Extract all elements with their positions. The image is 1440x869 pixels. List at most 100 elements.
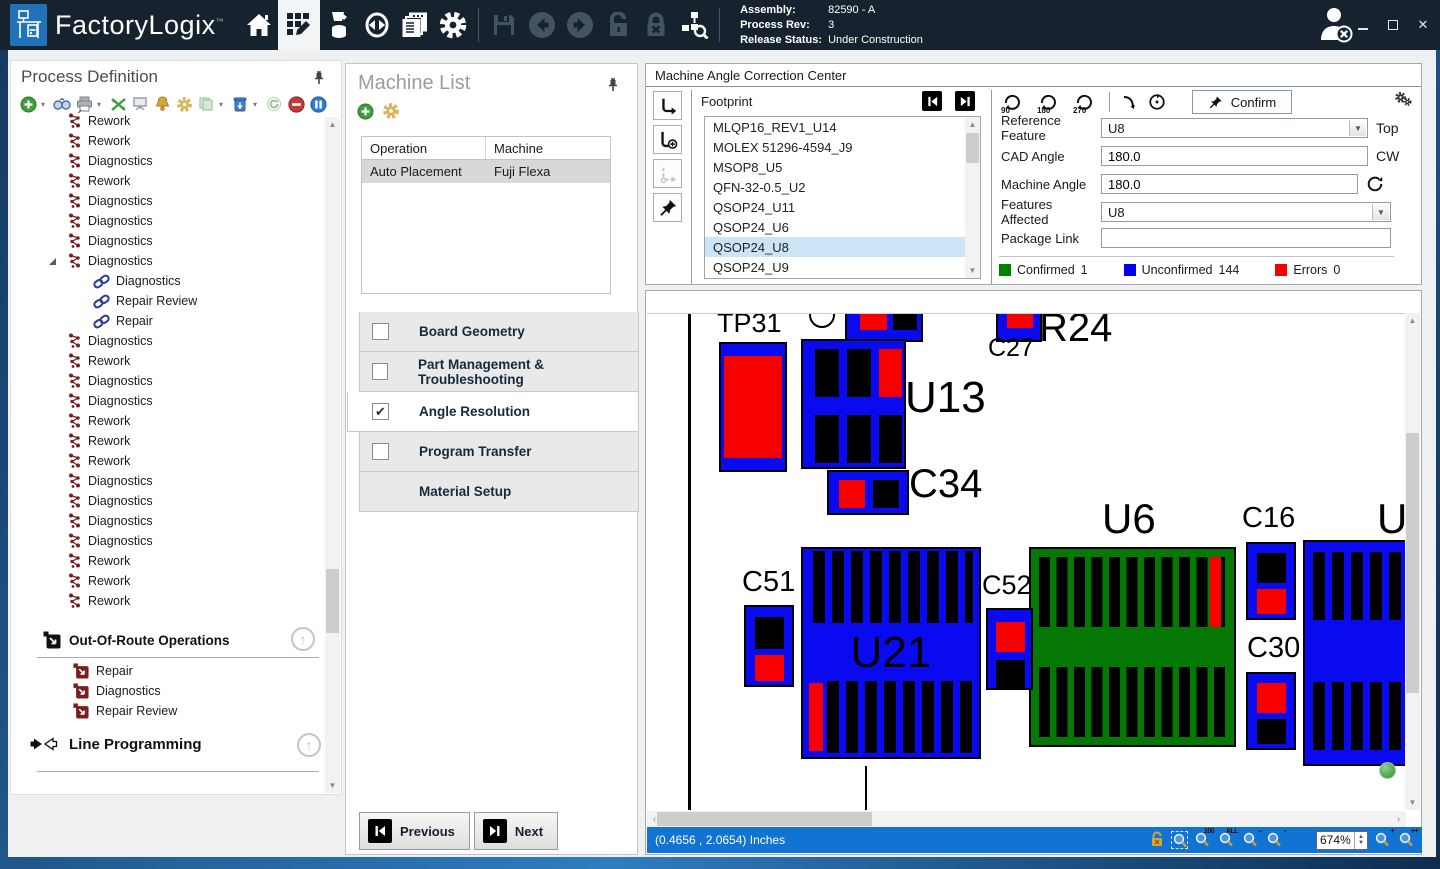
confirm-button[interactable]: Confirm (1192, 90, 1292, 114)
process-design-button[interactable] (278, 0, 320, 50)
out-of-route-item[interactable]: Repair Review (73, 701, 177, 721)
print-dropdown-caret[interactable]: ▾ (97, 100, 105, 109)
rotate-footprint-button[interactable] (653, 91, 682, 120)
component-c52[interactable] (986, 608, 1033, 690)
component-right-clipped[interactable] (1303, 540, 1406, 766)
tree-item[interactable]: Diagnostics (11, 371, 325, 391)
scroll-up-arrow[interactable]: ▲ (1405, 313, 1420, 328)
zoom-in-icon[interactable]: + (1375, 831, 1392, 849)
tree-item[interactable]: Diagnostics (11, 391, 325, 411)
step-checkbox[interactable] (372, 403, 389, 420)
zoom-all-icon[interactable]: ALL (1219, 831, 1236, 849)
workflow-step[interactable]: Material Setup (359, 472, 639, 512)
tree-item[interactable]: Repair (11, 311, 325, 331)
apply-rotation-icon[interactable] (1120, 93, 1138, 111)
footprint-scrollbar[interactable]: ▲ ▼ (965, 117, 980, 278)
pin-confirm-tool-button[interactable] (653, 193, 682, 222)
unlock-button[interactable] (599, 0, 637, 50)
scroll-thumb[interactable] (1406, 433, 1419, 693)
maximize-button[interactable] (1386, 18, 1400, 32)
reference-feature-select[interactable]: U8▼ (1101, 118, 1368, 138)
tree-item[interactable]: Diagnostics (11, 471, 325, 491)
next-button[interactable]: Next (474, 812, 558, 850)
overview-icon[interactable] (1379, 762, 1396, 779)
tree-item[interactable]: Rework (11, 431, 325, 451)
tree-item[interactable]: Diagnostics (11, 331, 325, 351)
tree-item[interactable]: Rework (11, 171, 325, 191)
promote-line-programming-button[interactable]: ↑ (297, 733, 321, 757)
zoom-100-icon[interactable]: 100 (1195, 831, 1212, 849)
move-origin-button[interactable] (653, 159, 682, 188)
out-of-route-header[interactable]: Out-Of-Route Operations (43, 631, 230, 649)
scroll-right-arrow[interactable]: › (1391, 811, 1406, 827)
home-button[interactable] (240, 0, 278, 50)
back-button[interactable] (523, 0, 561, 50)
minimize-button[interactable] (1356, 18, 1370, 32)
chevron-down-icon[interactable]: ▼ (1372, 204, 1389, 220)
lock-zoom-icon[interactable] (1150, 831, 1164, 850)
pcb-horizontal-scrollbar[interactable]: ‹ › (647, 811, 1406, 827)
pin-icon[interactable] (313, 71, 329, 87)
next-footprint-button[interactable] (955, 91, 975, 111)
expander-caret[interactable] (49, 258, 56, 265)
line-programming-header[interactable]: Line Programming (29, 735, 202, 753)
scroll-thumb[interactable] (326, 569, 339, 633)
lock-cancel-button[interactable] (637, 0, 675, 50)
scroll-up-arrow[interactable]: ▲ (325, 117, 340, 132)
add-dropdown-caret[interactable]: ▾ (41, 100, 49, 109)
tree-item[interactable]: Diagnostics (11, 511, 325, 531)
tree-item[interactable]: Diagnostics (11, 231, 325, 251)
refresh-angle-icon[interactable] (1366, 175, 1384, 193)
scroll-down-arrow[interactable]: ▼ (325, 778, 340, 793)
transfer-button[interactable] (358, 0, 396, 50)
copy-dropdown-caret[interactable]: ▾ (219, 100, 227, 109)
tree-item[interactable]: Diagnostics (11, 531, 325, 551)
scroll-down-arrow[interactable]: ▼ (965, 263, 980, 278)
tree-item[interactable]: Diagnostics (11, 271, 325, 291)
footprint-item[interactable]: MLQP16_REV1_U14 (705, 117, 965, 137)
pcb-canvas[interactable]: TP31 (647, 313, 1406, 810)
auto-rotate-icon[interactable] (1148, 93, 1166, 111)
rotate-with-features-button[interactable] (653, 125, 682, 154)
rotate-90-button[interactable]: 90 (1001, 91, 1027, 113)
footprint-item[interactable]: MOLEX 51296-4594_J9 (705, 137, 965, 157)
rotate-270-button[interactable]: 270 (1073, 91, 1099, 113)
rotate-180-button[interactable]: 180 (1037, 91, 1063, 113)
component-c16[interactable] (1246, 542, 1296, 620)
zoom-out-more-icon[interactable]: -- (1243, 831, 1260, 849)
out-of-route-item[interactable]: Repair (73, 661, 177, 681)
user-logout-button[interactable] (1317, 4, 1355, 49)
tree-item[interactable]: Rework (11, 551, 325, 571)
step-checkbox[interactable] (372, 443, 389, 460)
component-u6[interactable] (1029, 547, 1236, 747)
tree-item[interactable]: Rework (11, 411, 325, 431)
machine-table-row[interactable]: Auto Placement Fuji Flexa (362, 160, 610, 183)
footprint-item[interactable]: QSOP24_U6 (705, 217, 965, 237)
scroll-up-arrow[interactable]: ▲ (965, 117, 980, 132)
component-c30[interactable] (1246, 672, 1296, 750)
pin-icon[interactable] (607, 78, 623, 94)
column-header-operation[interactable]: Operation (362, 137, 486, 159)
footprint-item[interactable]: QSOP24_U9 (705, 257, 965, 277)
documents-button[interactable] (396, 0, 434, 50)
previous-button[interactable]: Previous (359, 812, 470, 850)
first-footprint-button[interactable] (922, 91, 942, 111)
feeder-setup-button[interactable] (320, 0, 358, 50)
step-checkbox[interactable] (372, 323, 389, 340)
process-inspect-button[interactable] (675, 0, 713, 50)
tree-item[interactable]: Diagnostics (11, 151, 325, 171)
out-of-route-item[interactable]: Diagnostics (73, 681, 177, 701)
footprint-item[interactable]: QFN-32-0.5_U2 (705, 177, 965, 197)
zoom-window-icon[interactable] (1171, 831, 1188, 849)
column-header-machine[interactable]: Machine (486, 137, 610, 159)
tree-item[interactable]: Rework (11, 591, 325, 611)
cad-angle-input[interactable] (1101, 146, 1368, 166)
zoom-in-more-icon[interactable]: ++ (1399, 831, 1416, 849)
component-top-clipped[interactable] (845, 313, 923, 342)
machine-angle-input[interactable] (1101, 174, 1358, 194)
forward-button[interactable] (561, 0, 599, 50)
tree-item[interactable]: Diagnostics (11, 211, 325, 231)
zoom-out-icon[interactable]: - (1267, 831, 1284, 849)
scroll-thumb[interactable] (966, 133, 979, 163)
settings-gear-icon[interactable] (434, 0, 472, 50)
